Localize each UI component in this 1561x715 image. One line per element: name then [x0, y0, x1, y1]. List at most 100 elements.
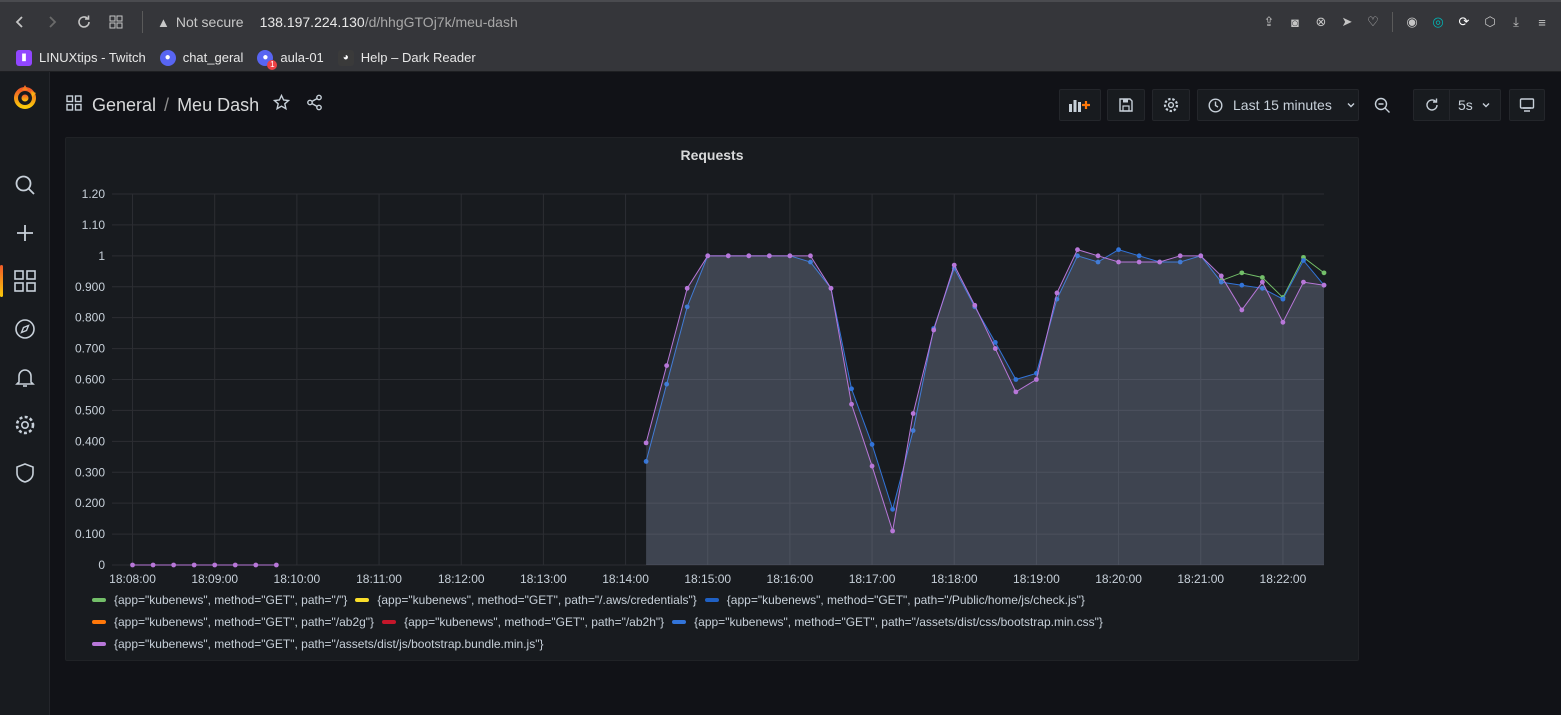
star-icon[interactable]: [272, 93, 291, 116]
data-point: [1218, 273, 1224, 279]
legend-item[interactable]: {app="kubenews", method="GET", path="/"}: [92, 593, 347, 607]
x-tick-label: 18:22:00: [1260, 572, 1307, 586]
legend-item[interactable]: {app="kubenews", method="GET", path="/ab…: [92, 615, 374, 629]
data-point: [1198, 253, 1204, 259]
back-button[interactable]: [4, 6, 36, 38]
bookmark-linuxtips[interactable]: ▮ LINUXtips - Twitch: [16, 49, 146, 66]
dashboard-settings-button[interactable]: [1152, 89, 1190, 121]
alerting-bell-icon[interactable]: [0, 357, 50, 397]
data-point: [931, 327, 937, 333]
legend-item[interactable]: {app="kubenews", method="GET", path="/Pu…: [704, 593, 1085, 607]
explore-compass-icon[interactable]: [0, 309, 50, 349]
legend-row: {app="kubenews", method="GET", path="/"}…: [92, 593, 1093, 607]
zoom-out-button[interactable]: [1363, 89, 1401, 121]
x-tick-label: 18:19:00: [1013, 572, 1060, 586]
legend-item[interactable]: {app="kubenews", method="GET", path="/ab…: [382, 615, 664, 629]
legend-item[interactable]: {app="kubenews", method="GET", path="/as…: [672, 615, 1103, 629]
create-plus-icon[interactable]: [0, 213, 50, 253]
data-point: [1075, 247, 1080, 253]
bookmark-dark-reader[interactable]: ◕ Help – Dark Reader: [337, 49, 476, 66]
warning-icon: ▲: [157, 14, 170, 30]
data-point: [951, 262, 957, 268]
requests-graph[interactable]: 0 0.100 0.200 0.300 0.400 0.500 0.600 0.700 0.80…: [66, 138, 1360, 588]
dashboard-title[interactable]: Meu Dash: [177, 95, 259, 116]
legend-swatch: [355, 598, 370, 602]
breadcrumb-folder[interactable]: General: [92, 95, 156, 116]
discord-icon: ● 1: [257, 49, 278, 70]
y-tick-label: 0.500: [75, 403, 105, 417]
extension-teal-icon[interactable]: ◎: [1425, 9, 1451, 35]
x-tick-label: 18:15:00: [684, 572, 731, 586]
back-arrow-icon: [15, 16, 23, 28]
sync-icon[interactable]: ⟳: [1451, 9, 1477, 35]
data-point: [1116, 259, 1121, 265]
grafana-sidebar: [0, 72, 50, 715]
data-point: [130, 562, 135, 568]
bookmark-label: chat_geral: [182, 50, 244, 65]
time-range-picker[interactable]: Last 15 minutes: [1197, 89, 1359, 121]
clock-icon: [1208, 97, 1223, 113]
x-tick-label: 18:21:00: [1177, 572, 1224, 586]
legend-label: {app="kubenews", method="GET", path="/ab…: [404, 615, 665, 629]
legend-label: {app="kubenews", method="GET", path="/as…: [114, 637, 544, 651]
reload-button[interactable]: [68, 6, 100, 38]
legend-item[interactable]: {app="kubenews", method="GET", path="/.a…: [355, 593, 697, 607]
data-point: [171, 562, 177, 568]
dashboards-icon[interactable]: [0, 261, 50, 301]
save-dashboard-button[interactable]: [1107, 89, 1145, 121]
security-label: Not secure: [175, 14, 244, 30]
configuration-gear-icon[interactable]: [0, 405, 50, 445]
dark-reader-icon[interactable]: ◉: [1399, 9, 1425, 35]
data-point: [808, 253, 813, 259]
grafana-logo-icon[interactable]: [0, 78, 50, 118]
requests-panel[interactable]: Requests 0 0.100 0.200 0.300 0.400 0.500 0.600…: [65, 137, 1359, 661]
y-tick-label: 0.900: [75, 280, 105, 294]
data-point: [725, 253, 731, 259]
forward-arrow-icon: [49, 16, 57, 28]
zoom-out-icon: [1374, 97, 1390, 113]
legend-swatch: [704, 598, 719, 602]
tv-mode-button[interactable]: [1509, 89, 1545, 121]
chevron-down-icon: [1481, 97, 1491, 113]
data-point: [1136, 259, 1142, 265]
search-icon[interactable]: [0, 165, 50, 205]
menu-icon[interactable]: ≡: [1529, 9, 1555, 35]
security-indicator[interactable]: ▲ Not secure: [157, 14, 244, 30]
share-icon[interactable]: ⇪: [1256, 9, 1282, 35]
server-admin-shield-icon[interactable]: [0, 453, 50, 493]
heart-icon[interactable]: ♡: [1360, 9, 1386, 35]
tab-grid-button[interactable]: [100, 6, 132, 38]
bookmark-chat-geral[interactable]: ● chat_geral: [159, 49, 244, 66]
data-point: [828, 285, 834, 291]
address-bar[interactable]: 138.197.224.130/d/hhgGTOj7k/meu-dash: [260, 14, 518, 30]
add-panel-button[interactable]: [1059, 89, 1101, 121]
data-point: [1321, 270, 1327, 276]
toolbar-right-icons: ⇪ ◙ ⊗ ➤ ♡ ◉ ◎ ⟳ ⬡ ⤓ ≡: [1256, 0, 1555, 44]
data-point: [787, 253, 793, 259]
x-tick-label: 18:09:00: [191, 572, 238, 586]
legend-swatch: [92, 620, 106, 624]
data-point: [705, 253, 711, 259]
send-icon[interactable]: ➤: [1334, 9, 1360, 35]
refresh-icon[interactable]: [1414, 90, 1450, 120]
series-area: [646, 249, 1324, 565]
legend-item[interactable]: {app="kubenews", method="GET", path="/as…: [92, 637, 543, 651]
refresh-interval-label: 5s: [1458, 97, 1473, 113]
share-icon[interactable]: [306, 94, 323, 116]
cube-icon[interactable]: ⬡: [1477, 9, 1503, 35]
y-tick-label: 0.100: [75, 527, 105, 541]
data-point: [1034, 377, 1039, 382]
y-tick-label: 1.10: [82, 218, 106, 232]
y-tick-label: 1.20: [82, 187, 106, 201]
chevron-down-icon: [1346, 97, 1356, 113]
bookmark-aula-01[interactable]: ● 1 aula-01: [257, 49, 324, 70]
refresh-picker[interactable]: 5s: [1413, 89, 1501, 121]
forward-button[interactable]: [36, 6, 68, 38]
block-icon[interactable]: ⊗: [1308, 9, 1334, 35]
data-point: [992, 346, 998, 351]
y-tick-label: 0.600: [75, 373, 105, 387]
data-point: [972, 302, 978, 308]
download-icon[interactable]: ⤓: [1503, 9, 1529, 35]
camera-icon[interactable]: ◙: [1282, 9, 1308, 35]
data-point: [1301, 279, 1306, 285]
